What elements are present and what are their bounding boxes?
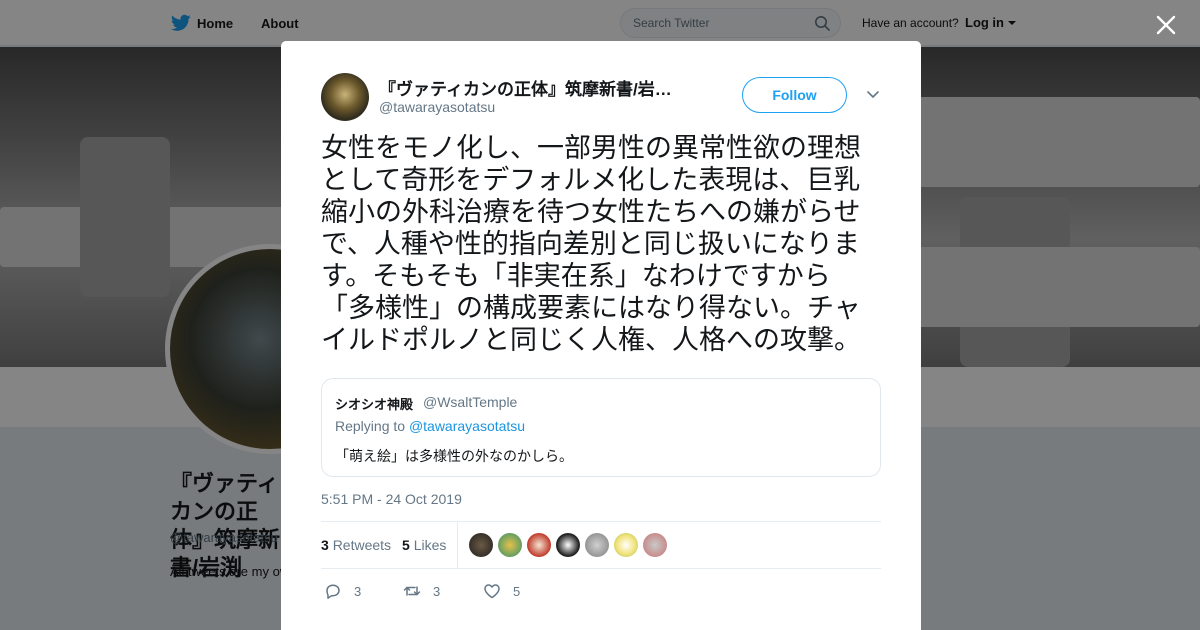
- heart-icon: [484, 584, 500, 599]
- liker-avatar[interactable]: [498, 533, 522, 557]
- retweets-count: 3: [321, 537, 329, 553]
- retweet-icon: [403, 586, 421, 596]
- liker-avatar[interactable]: [614, 533, 638, 557]
- retweets-label: Retweets: [332, 537, 392, 553]
- author-name[interactable]: 『ヴァティカンの正体』筑摩新書/岩…: [379, 75, 699, 100]
- follow-button[interactable]: Follow: [742, 77, 847, 113]
- retweets-stat[interactable]: 3 Retweets: [321, 537, 391, 553]
- liker-avatar[interactable]: [643, 533, 667, 557]
- liker-avatar[interactable]: [556, 533, 580, 557]
- replying-to-handle[interactable]: @tawarayasotatsu: [409, 418, 525, 434]
- quoted-author-handle: @WsaltTemple: [423, 394, 518, 410]
- quoted-tweet[interactable]: シオシオ神殿 @WsaltTemple Replying to @tawaray…: [321, 378, 881, 477]
- tweet-text: 女性をモノ化し、一部男性の異常性欲の理想として奇形をデフォルメ化した表現は、巨乳…: [321, 133, 861, 356]
- tweet-actions: 3 3 5: [321, 579, 881, 603]
- reply-count: 3: [354, 584, 362, 599]
- replying-to: Replying to @tawarayasotatsu: [335, 418, 525, 434]
- likes-stat[interactable]: 5 Likes: [402, 537, 446, 553]
- author-avatar[interactable]: [321, 73, 369, 121]
- tweet-timestamp[interactable]: 5:51 PM - 24 Oct 2019: [321, 491, 462, 507]
- liker-avatar[interactable]: [469, 533, 493, 557]
- quoted-tweet-text: 「萌え絵」は多様性の外なのかしら。: [335, 448, 573, 464]
- tweet-stats: 3 Retweets 5 Likes: [321, 521, 881, 569]
- tweet-modal: 『ヴァティカンの正体』筑摩新書/岩… @tawarayasotatsu Foll…: [281, 41, 921, 630]
- likes-label: Likes: [413, 537, 447, 553]
- retweet-count: 3: [433, 584, 441, 599]
- likes-count: 5: [402, 537, 410, 553]
- stats-divider: [457, 522, 458, 569]
- replying-to-label: Replying to: [335, 418, 406, 434]
- quoted-author-name: シオシオ神殿: [335, 397, 414, 412]
- chevron-down-icon[interactable]: [867, 90, 879, 100]
- close-icon[interactable]: [1155, 14, 1177, 36]
- reply-icon: [326, 584, 340, 599]
- like-count: 5: [513, 584, 521, 599]
- liker-avatar[interactable]: [585, 533, 609, 557]
- liker-avatar[interactable]: [527, 533, 551, 557]
- author-handle[interactable]: @tawarayasotatsu: [379, 99, 495, 115]
